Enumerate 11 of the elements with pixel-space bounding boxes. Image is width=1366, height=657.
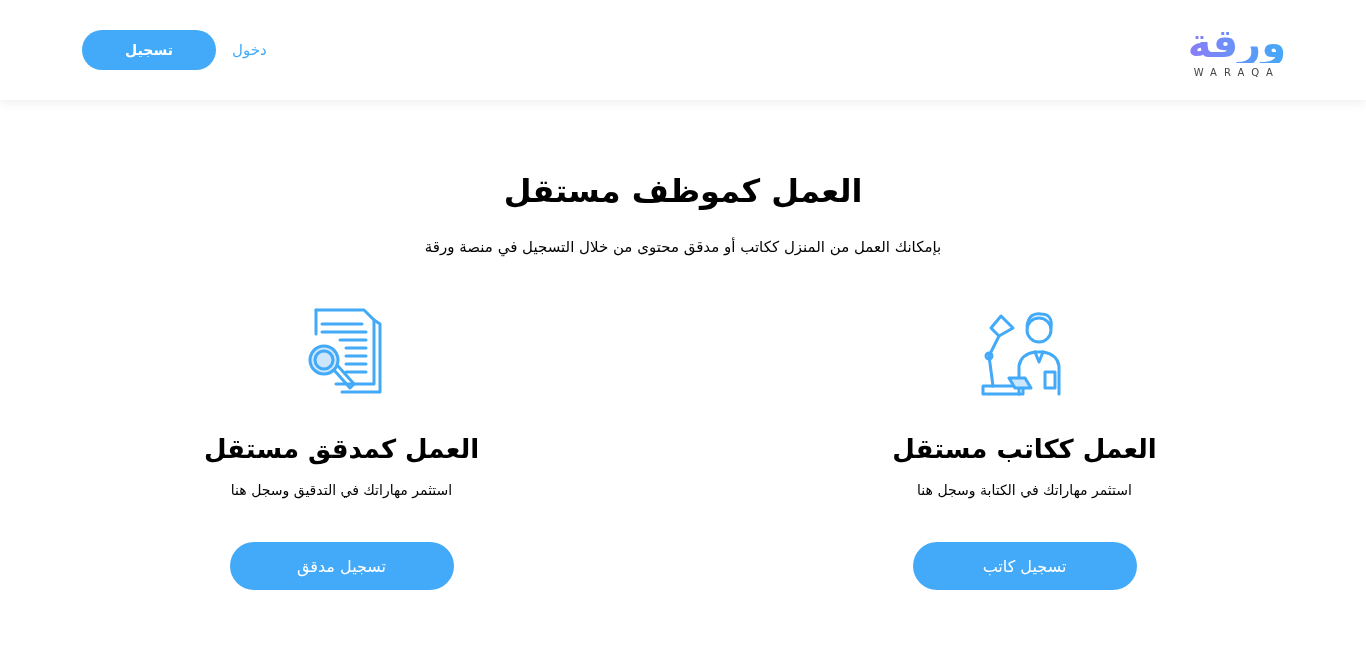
- page-subtitle: بإمكانك العمل من المنزل ككاتب أو مدقق محتوى من خلال التسجيل في منصة ورقة: [424, 238, 942, 256]
- card-title: العمل كمدقق مستقل: [203, 434, 480, 464]
- signup-button[interactable]: تسجيل مدقق: [229, 542, 454, 590]
- register-button[interactable]: تسجيل: [82, 30, 216, 70]
- card-description: استثمر مهاراتك في التدقيق وسجل هنا: [230, 482, 453, 498]
- logo-subtitle: WARAQA: [1193, 66, 1280, 78]
- page-title: العمل كموظف مستقل: [503, 172, 863, 210]
- login-link[interactable]: دخول: [232, 41, 267, 59]
- card-title: العمل ككاتب مستقل: [892, 434, 1157, 464]
- signup-button[interactable]: تسجيل كاتب: [912, 542, 1137, 590]
- card-description: استثمر مهاراتك في الكتابة وسجل هنا: [917, 482, 1132, 498]
